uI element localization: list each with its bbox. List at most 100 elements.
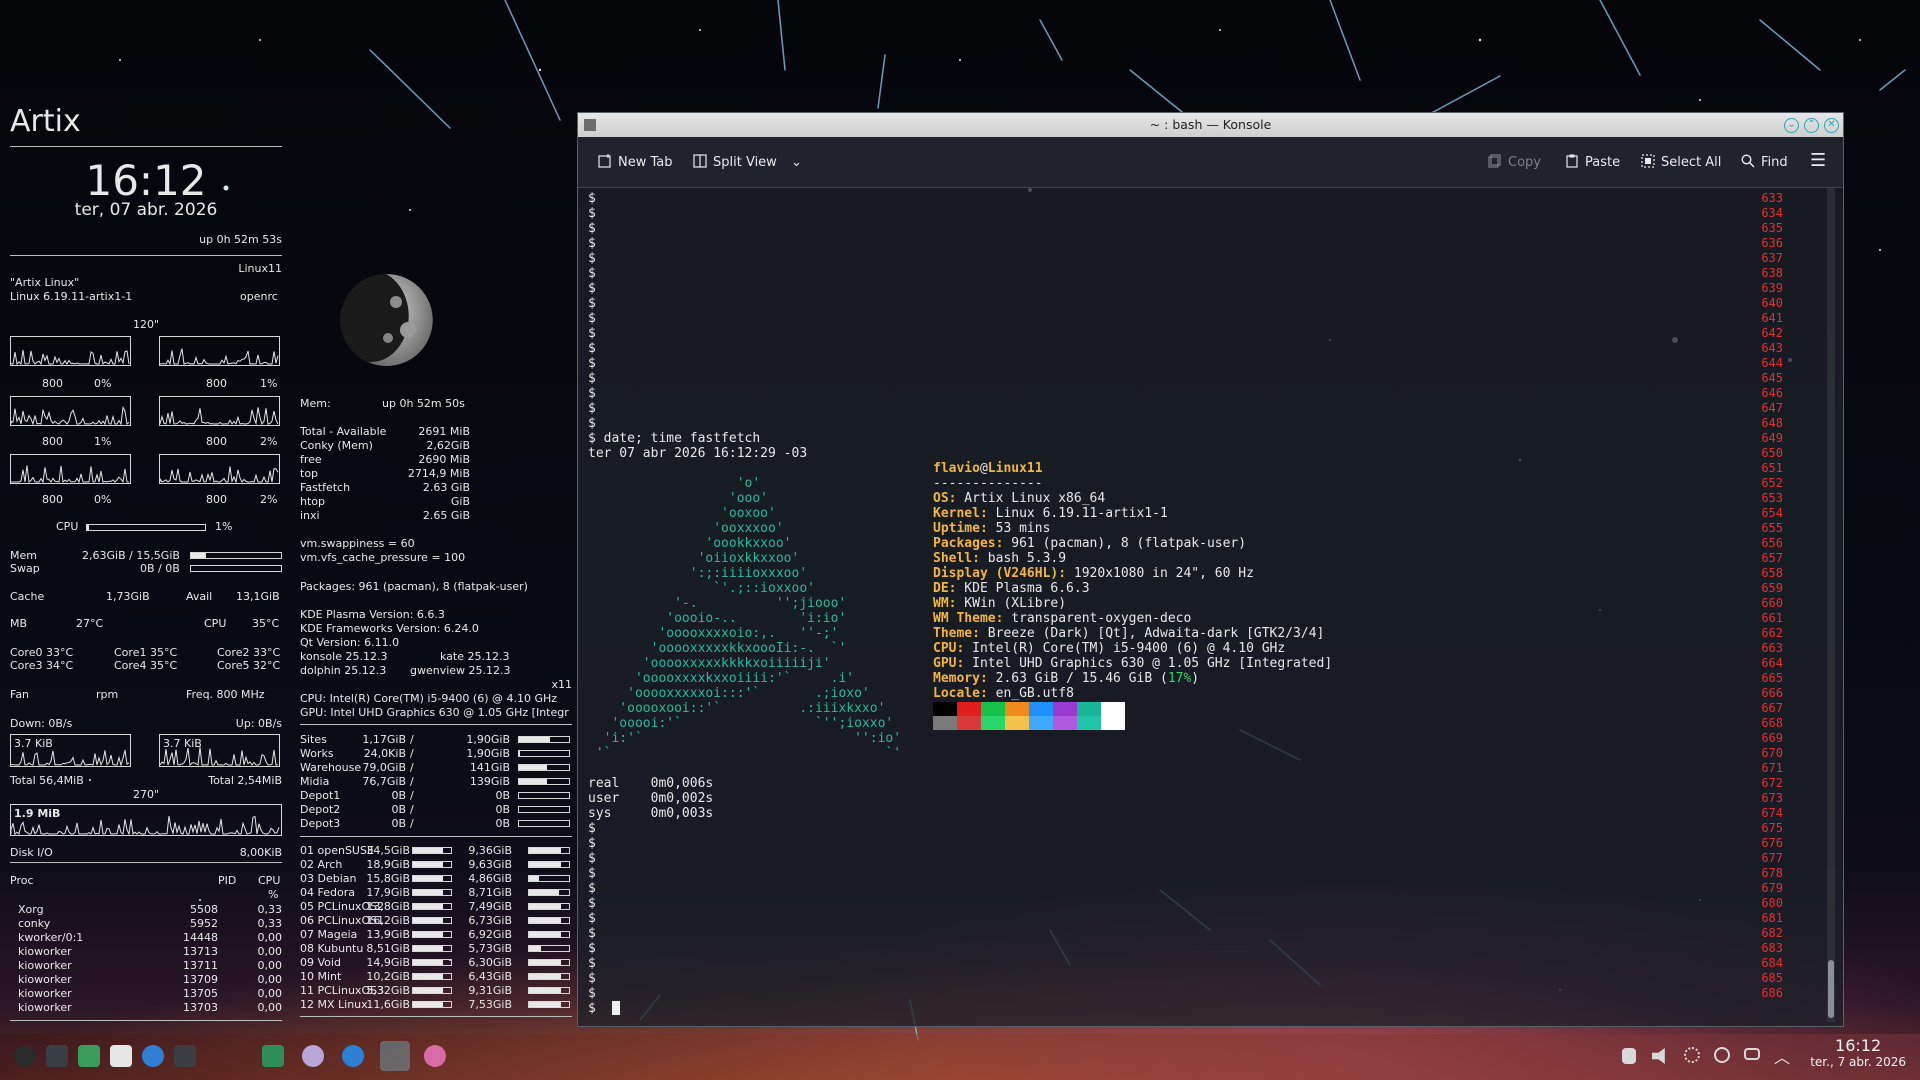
fetch-value: en_GB.utf8 <box>987 686 1074 701</box>
brightness-icon[interactable] <box>1684 1047 1700 1063</box>
task-browser-icon[interactable] <box>342 1045 364 1067</box>
terminal-scrollbar[interactable] <box>1827 187 1835 1022</box>
window-titlebar[interactable]: ~ : bash — Konsole ⌄ ⌃ ✕ <box>578 113 1843 137</box>
select-all-label: Select All <box>1661 155 1722 170</box>
usage-bar <box>528 987 570 994</box>
task-app-icon[interactable] <box>302 1045 324 1067</box>
terminal-line: $ <box>588 266 596 281</box>
panel-time: 16:12 <box>1835 1036 1882 1055</box>
new-tab-icon <box>598 154 611 168</box>
paste-button[interactable]: Paste <box>1565 154 1620 170</box>
copy-label: Copy <box>1508 155 1541 170</box>
net-up-graph: 3.7 KiB <box>159 734 280 767</box>
tray-expand-icon[interactable]: ︿ <box>1774 1044 1796 1067</box>
cache-label: Cache <box>10 590 45 603</box>
process-name: kioworker <box>18 959 72 972</box>
core-graph <box>10 454 131 484</box>
line-number: 646 <box>1761 386 1783 400</box>
usage-bar <box>528 973 570 980</box>
app-launcher-icon[interactable] <box>14 1045 36 1067</box>
memory-close: ) <box>1191 671 1200 686</box>
browser-icon[interactable] <box>142 1045 164 1067</box>
terminal-line: 'ooooi:'` `'';ioxxo' <box>588 716 894 731</box>
find-button[interactable]: Find <box>1741 154 1788 170</box>
line-number: 686 <box>1761 986 1783 1000</box>
usage-bar <box>518 736 570 743</box>
fetch-value: 53 mins <box>987 521 1051 536</box>
drive-sep: / <box>410 761 414 774</box>
volume-icon[interactable] <box>1652 1048 1665 1064</box>
scrollbar-handle[interactable] <box>1828 960 1834 1018</box>
terminal-line: $ <box>588 911 596 926</box>
text-editor-icon[interactable] <box>110 1045 132 1067</box>
drive-used: 76,7GiB <box>362 775 406 788</box>
terminal-cursor[interactable] <box>612 1001 620 1015</box>
mem-row-value: 2,62GiB <box>426 439 470 452</box>
line-number: 683 <box>1761 941 1783 955</box>
mem-row-label: inxi <box>300 509 320 522</box>
cache-value: 1,73GiB <box>106 590 150 603</box>
network-icon[interactable] <box>1714 1047 1730 1063</box>
usage-bar <box>528 889 570 896</box>
core-freq: 800 <box>42 493 63 506</box>
terminal-line: $ <box>588 191 596 206</box>
terminal-icon[interactable] <box>174 1045 196 1067</box>
partition-free: 8,71GiB <box>468 886 512 899</box>
process-cpu: 0,00 <box>257 973 283 986</box>
split-view-button[interactable]: Split View ⌄ <box>693 154 802 170</box>
close-icon[interactable]: ✕ <box>1824 118 1839 133</box>
hamburger-menu-icon[interactable]: ☰ <box>1810 150 1826 171</box>
cpu-bar <box>86 524 206 531</box>
process-pid: 14448 <box>183 931 218 944</box>
new-tab-button[interactable]: New Tab <box>598 154 673 170</box>
fetch-colon: : <box>979 506 988 521</box>
task-media-icon[interactable] <box>424 1045 446 1067</box>
distro-name: Artix <box>10 104 81 139</box>
clipboard-icon[interactable] <box>1622 1048 1636 1064</box>
partition-size: 14,9GiB <box>366 956 410 969</box>
fetch-value: KDE Plasma 6.6.3 <box>956 581 1090 596</box>
task-konsole-icon[interactable] <box>380 1041 410 1071</box>
kate-version: kate 25.12.3 <box>440 650 510 663</box>
chevron-down-icon[interactable]: ⌄ <box>791 155 802 170</box>
line-number: 675 <box>1761 821 1783 835</box>
select-all-icon <box>1641 154 1655 168</box>
moon-phase-icon <box>340 273 433 366</box>
display-icon[interactable] <box>1744 1048 1760 1060</box>
terminal-line: '` `' <box>588 746 902 761</box>
drive-used: 0B <box>391 803 406 816</box>
partition-name: 04 Fedora <box>300 886 355 899</box>
terminal-output[interactable]: $ $ $ $ $ $ $ $ $ $ $ $ $ $ $ $ $ date; time fastfetch te… <box>588 191 1748 1021</box>
line-number-gutter: 633 634 635 636 637 638 639 640 641 642 643 644 645 6… <box>1743 191 1783 1001</box>
core-usage: 0% <box>94 377 112 390</box>
net-down-graph-label: 3.7 KiB <box>14 737 53 750</box>
disk-io-graph: 1.9 MiB <box>10 804 282 836</box>
terminal-line: 'ooooxxxxxkkkkxoiiiiiji' <box>588 656 831 671</box>
disk-io-label: Disk I/O <box>10 846 53 859</box>
proc-header: Proc <box>10 874 34 887</box>
file-manager-icon[interactable] <box>78 1045 100 1067</box>
terminal-line: $ <box>588 1001 596 1016</box>
system-monitor-icon[interactable] <box>46 1045 68 1067</box>
color-swatch <box>1029 715 1053 730</box>
mem-row-label: htop <box>300 495 325 508</box>
drive-name: Depot2 <box>300 803 341 816</box>
drive-sep: / <box>410 733 414 746</box>
fastfetch-row: OS: Artix Linux x86_64 <box>933 491 1105 506</box>
task-dolphin-icon[interactable] <box>262 1045 284 1067</box>
graph-trace <box>160 407 279 425</box>
line-number: 664 <box>1761 656 1783 670</box>
minimize-icon[interactable]: ⌄ <box>1784 118 1799 133</box>
copy-button[interactable]: Copy <box>1488 154 1541 170</box>
usage-bar <box>528 861 570 868</box>
maximize-icon[interactable]: ⌃ <box>1804 118 1819 133</box>
fetch-value: KWin (XLibre) <box>956 596 1067 611</box>
copy-icon <box>1488 154 1501 168</box>
divider <box>10 255 282 256</box>
mem-row-value: 2.63 GiB <box>422 481 470 494</box>
line-number: 659 <box>1761 581 1783 595</box>
select-all-button[interactable]: Select All <box>1641 154 1721 170</box>
line-number: 680 <box>1761 896 1783 910</box>
mem-label: Mem <box>10 549 37 562</box>
panel-clock[interactable]: 16:12 ter., 7 abr. 2026 <box>1810 1036 1906 1069</box>
